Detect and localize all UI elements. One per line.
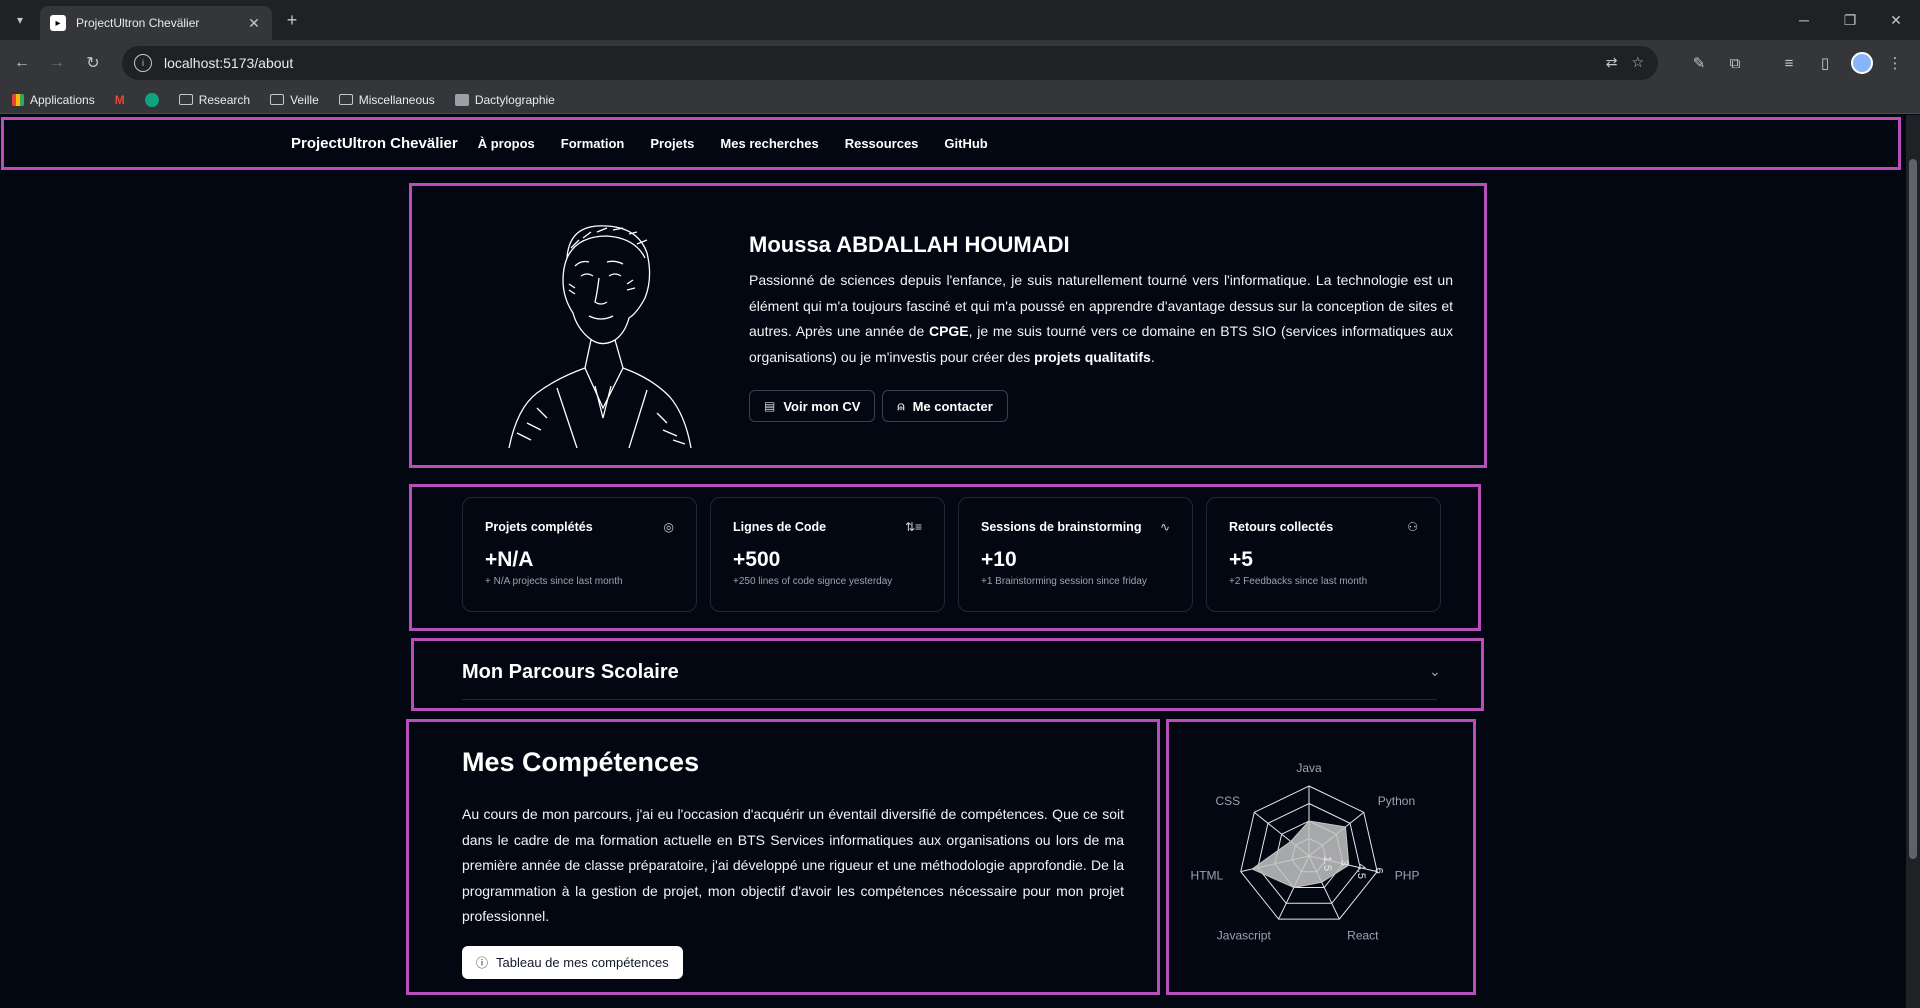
radar-category-label: Python (1378, 794, 1415, 808)
stat-value: +5 (1229, 548, 1253, 571)
bookmark-research[interactable]: Research (178, 93, 250, 107)
extensions-icon[interactable]: ⧉ (1722, 50, 1748, 76)
bookmark-chatgpt[interactable] (144, 92, 159, 107)
close-window-icon[interactable]: ✕ (1876, 6, 1916, 34)
chatgpt-icon (144, 92, 159, 107)
stat-subtext: +1 Brainstorming session since friday (981, 576, 1147, 587)
minimize-icon[interactable]: ─ (1784, 6, 1824, 34)
radar-tick-label: 1.5 (1321, 856, 1333, 871)
radar-category-label: Javascript (1217, 928, 1272, 942)
media-icon[interactable]: ≡ (1776, 50, 1802, 76)
skills-radar-chart: 1.5 3 4.5 6 Java Python PHP React Javascript HTML… (1166, 719, 1476, 995)
list-ordered-icon: ⇅≡ (904, 520, 922, 534)
info-icon: ⓘ (476, 956, 489, 970)
radar-svg: 1.5 3 4.5 6 Java Python PHP React Javascript HTML… (1191, 761, 1420, 942)
parcours-accordion[interactable]: Mon Parcours Scolaire ⌄ (411, 638, 1484, 711)
hero-description: Passionné de sciences depuis l'enfance, … (749, 272, 1453, 365)
browser-tab-bar: ▾ ▸ ProjectUltron Chevälier ✕ + ─ ❐ ✕ (0, 0, 1920, 40)
translate-icon[interactable]: ⇄ (1606, 54, 1618, 71)
apps-grid-icon (12, 93, 24, 106)
browser-toolbar: ← → ↻ i localhost:5173/about ⇄ ☆ ✎ ⧉ ≡ ▯… (0, 40, 1920, 86)
view-cv-button[interactable]: ▤ Voir mon CV (749, 390, 876, 422)
folder-icon (178, 94, 193, 105)
forward-icon[interactable]: → (44, 50, 70, 76)
url-text[interactable]: localhost:5173/about (164, 55, 293, 71)
activity-icon: ∿ (1159, 520, 1170, 534)
stat-value: +N/A (485, 548, 534, 571)
site-brand[interactable]: ProjectUltron Chevälier (291, 135, 458, 152)
close-tab-icon[interactable]: ✕ (246, 15, 262, 32)
bookmark-gmail[interactable]: M (115, 93, 125, 107)
tab-search-icon[interactable]: ▾ (8, 8, 32, 32)
skills-table-button[interactable]: ⓘ Tableau de mes compétences (462, 946, 683, 979)
user-icon: ⍝ (897, 398, 905, 413)
site-navbar: ProjectUltron Chevälier À propos Formati… (1, 117, 1901, 170)
stat-subtext: +250 lines of code signce yesterday (733, 576, 893, 587)
stat-card-projets: Projets complétés ◎ +N/A + N/A projects … (462, 497, 697, 612)
bookmark-dactylographie[interactable]: Dactylographie (454, 93, 555, 107)
scroll-thumb[interactable] (1909, 159, 1917, 859)
skills-section: Mes Compétences Au cours de mon parcours… (406, 719, 1160, 995)
nav-link-formation[interactable]: Formation (555, 136, 631, 151)
nav-link-ressources[interactable]: Ressources (839, 136, 925, 151)
restore-icon[interactable]: ❐ (1830, 6, 1870, 34)
radar-category-label: CSS (1216, 794, 1241, 808)
file-icon: ▤ (764, 399, 776, 413)
skills-description: Au cours de mon parcours, j'ai eu l'occa… (462, 806, 1124, 924)
nav-link-a-propos[interactable]: À propos (472, 136, 541, 151)
folder-icon (270, 94, 285, 105)
back-icon[interactable]: ← (9, 50, 35, 76)
side-panel-icon[interactable]: ▯ (1812, 50, 1838, 76)
gmail-icon: M (114, 92, 125, 107)
menu-icon[interactable]: ⋮ (1882, 50, 1908, 76)
bookmark-miscellaneous[interactable]: Miscellaneous (338, 93, 435, 107)
bookmark-applications[interactable]: Applications (12, 93, 95, 107)
page-scrollbar[interactable] (1906, 115, 1920, 1008)
hero-name: Moussa ABDALLAH HOUMADI (749, 232, 1070, 257)
bookmark-star-icon[interactable]: ☆ (1631, 54, 1644, 71)
stat-card-lignes: Lignes de Code ⇅≡ +500 +250 lines of cod… (710, 497, 945, 612)
profile-avatar[interactable] (1851, 52, 1873, 74)
radar-tick-label: 6 (1372, 868, 1384, 874)
radar-tick-label: 4.5 (1355, 864, 1367, 879)
check-circle-icon: ◎ (663, 520, 674, 534)
radar-tick-label: 3 (1338, 860, 1350, 866)
radar-category-label: React (1347, 928, 1379, 942)
folder-icon (338, 94, 353, 105)
stat-card-retours: Retours collectés ⚇ +5 +2 Feedbacks sinc… (1206, 497, 1441, 612)
project-ultron-icon: ▸ (50, 15, 66, 31)
hero-section: Moussa ABDALLAH HOUMADI Passionné de sci… (409, 183, 1487, 468)
radar-category-label: PHP (1395, 869, 1420, 883)
contact-button[interactable]: ⍝ Me contacter (882, 390, 1008, 422)
page-content: ProjectUltron Chevälier À propos Formati… (0, 115, 1906, 1008)
stat-subtext: + N/A projects since last month (485, 576, 623, 587)
bookmark-icon (454, 93, 469, 106)
stat-subtext: +2 Feedbacks since last month (1229, 576, 1368, 587)
chevron-down-icon[interactable]: ⌄ (1429, 663, 1441, 680)
nav-link-projets[interactable]: Projets (644, 136, 700, 151)
nav-link-mes-recherches[interactable]: Mes recherches (714, 136, 824, 151)
browser-tab[interactable]: ▸ ProjectUltron Chevälier ✕ (40, 6, 272, 40)
stat-card-sessions: Sessions de brainstorming ∿ +10 +1 Brain… (958, 497, 1193, 612)
nav-link-github[interactable]: GitHub (938, 136, 993, 151)
radar-category-label: Java (1296, 761, 1322, 775)
eyedropper-icon[interactable]: ✎ (1686, 50, 1712, 76)
stat-value: +500 (733, 548, 781, 571)
bookmarks-bar: Applications M Research Veille Miscellan… (0, 86, 1920, 114)
site-info-icon[interactable]: i (134, 54, 152, 72)
stat-value: +10 (981, 548, 1017, 571)
radar-category-label: HTML (1191, 869, 1224, 883)
address-bar[interactable]: i localhost:5173/about ⇄ ☆ (122, 46, 1658, 80)
parcours-title[interactable]: Mon Parcours Scolaire (462, 661, 679, 684)
divider (462, 699, 1437, 700)
bookmark-veille[interactable]: Veille (270, 93, 319, 107)
skills-title: Mes Compétences (462, 747, 700, 777)
stats-section: Projets complétés ◎ +N/A + N/A projects … (409, 484, 1481, 631)
tab-title: ProjectUltron Chevälier (76, 16, 200, 30)
reload-icon[interactable]: ↻ (80, 50, 106, 76)
portrait-illustration (508, 225, 692, 448)
users-icon: ⚇ (1407, 520, 1418, 534)
new-tab-button[interactable]: + (280, 8, 304, 32)
